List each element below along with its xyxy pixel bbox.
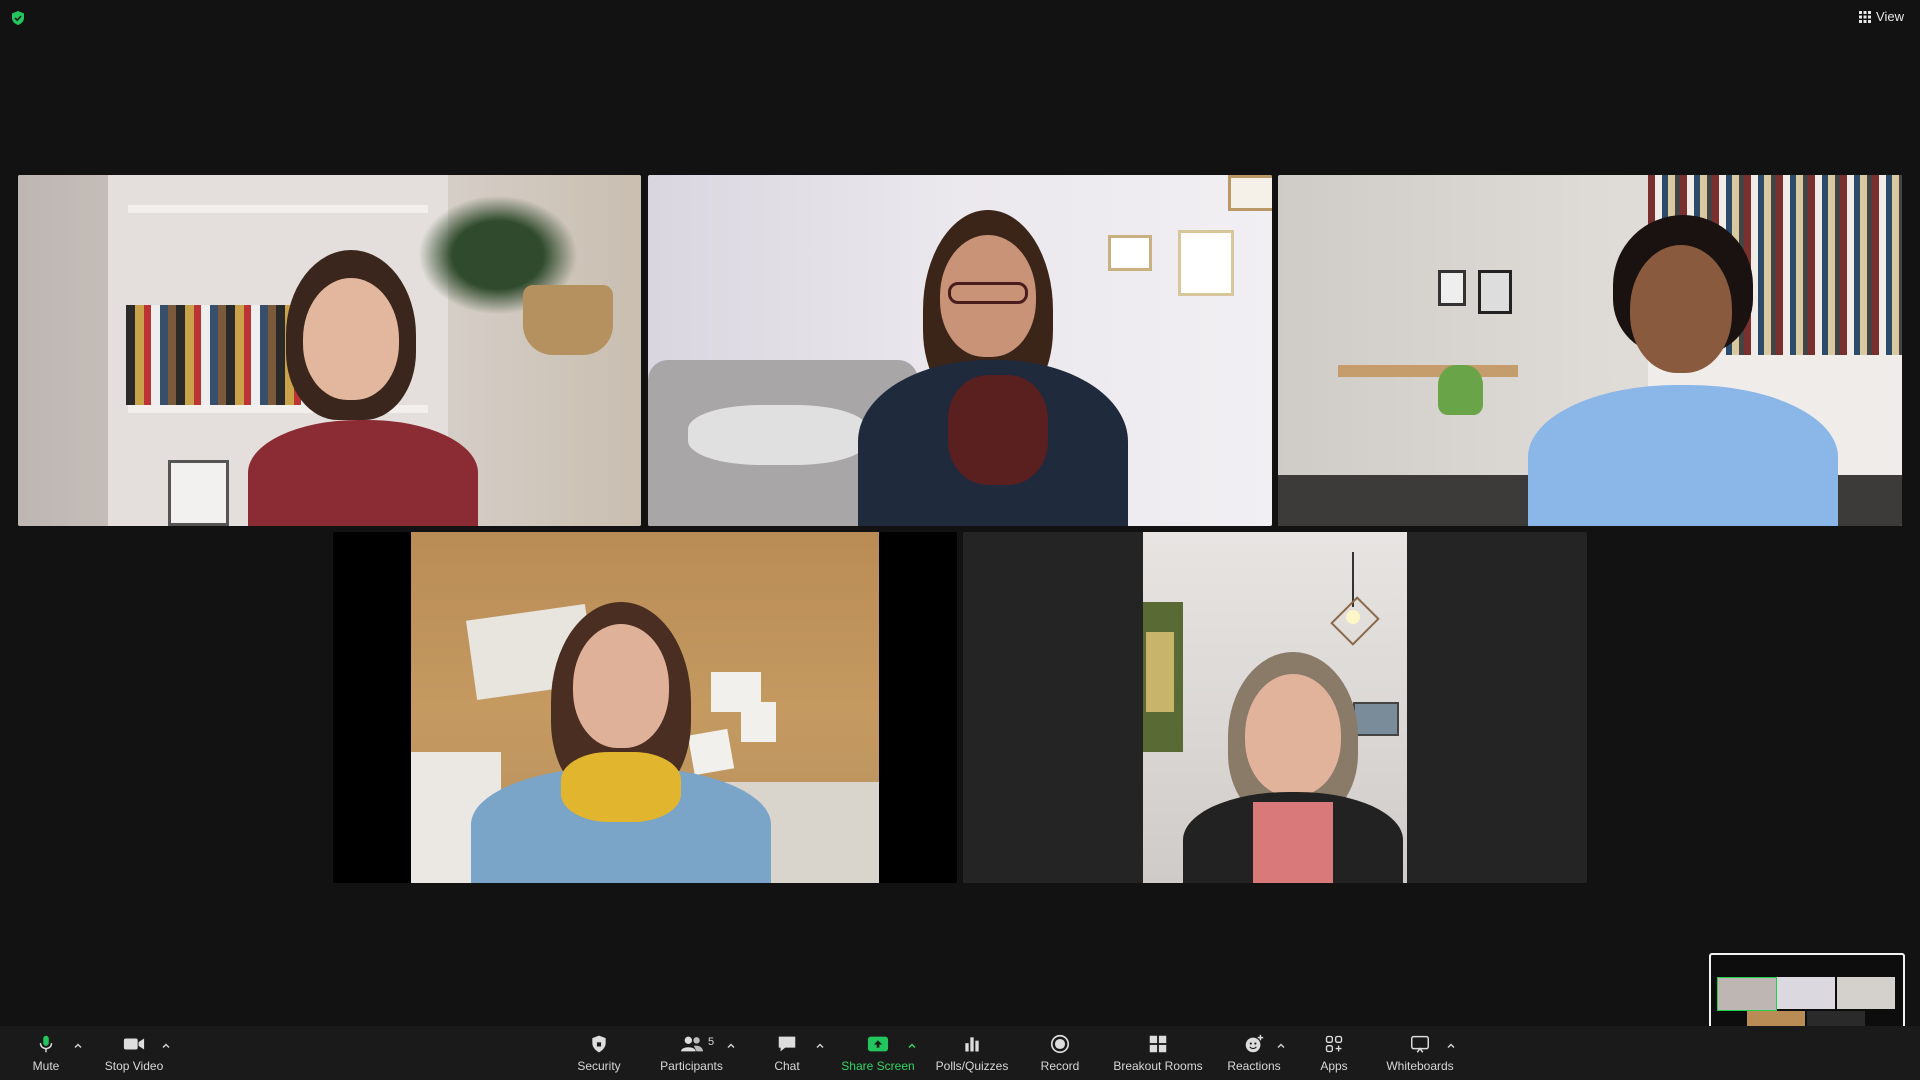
audio-options-caret[interactable] <box>73 1038 83 1049</box>
reactions-button[interactable]: Reactions <box>1223 1026 1285 1080</box>
whiteboards-button[interactable]: Whiteboards <box>1380 1026 1460 1080</box>
apps-button[interactable]: Apps <box>1316 1026 1352 1080</box>
chat-options-caret[interactable] <box>815 1038 825 1049</box>
mini-tile-3 <box>1837 977 1895 1009</box>
mini-tile-1 <box>1717 977 1777 1011</box>
share-options-caret[interactable] <box>907 1038 917 1049</box>
video-tile-participant-4[interactable] <box>333 532 957 883</box>
security-shield-icon <box>10 10 26 26</box>
video-tile-participant-5[interactable] <box>963 532 1587 883</box>
participants-button[interactable]: Participants <box>655 1026 728 1080</box>
video-feed <box>411 532 879 883</box>
stop-video-button[interactable]: Stop Video <box>98 1026 170 1080</box>
stop-video-label: Stop Video <box>104 1059 164 1073</box>
grid-icon <box>1859 10 1872 23</box>
video-feed <box>18 175 641 526</box>
video-feed <box>1143 532 1407 883</box>
breakout-rooms-button[interactable]: Breakout Rooms <box>1108 1026 1208 1080</box>
video-feed <box>648 175 1272 526</box>
video-tile-participant-2[interactable] <box>648 175 1272 526</box>
security-button[interactable]: Security <box>568 1026 630 1080</box>
bar-chart-icon <box>959 1032 985 1056</box>
meeting-toolbar: Mute Stop Video Security Participants 5 … <box>0 1026 1920 1080</box>
apps-label: Apps <box>1320 1059 1348 1073</box>
chat-label: Chat <box>774 1059 800 1073</box>
whiteboards-label: Whiteboards <box>1386 1059 1454 1073</box>
share-screen-label: Share Screen <box>841 1059 915 1073</box>
mini-tile-2 <box>1777 977 1835 1009</box>
video-feed <box>1278 175 1902 526</box>
view-button[interactable]: View <box>1859 9 1904 24</box>
mute-button[interactable]: Mute <box>20 1026 72 1080</box>
video-tile-participant-3[interactable] <box>1278 175 1902 526</box>
record-label: Record <box>1040 1059 1080 1073</box>
chat-bubble-icon <box>774 1032 800 1056</box>
share-screen-button[interactable]: Share Screen <box>838 1026 918 1080</box>
participants-count: 5 <box>708 1036 715 1048</box>
video-options-caret[interactable] <box>161 1038 171 1049</box>
participants-icon <box>679 1032 705 1056</box>
polls-quizzes-label: Polls/Quizzes <box>935 1059 1009 1073</box>
security-label: Security <box>577 1059 621 1073</box>
video-camera-icon <box>121 1032 147 1056</box>
breakout-rooms-icon <box>1145 1032 1171 1056</box>
view-label: View <box>1876 9 1904 24</box>
reactions-label: Reactions <box>1227 1059 1281 1073</box>
polls-quizzes-button[interactable]: Polls/Quizzes <box>932 1026 1012 1080</box>
share-screen-icon <box>865 1032 891 1056</box>
breakout-rooms-label: Breakout Rooms <box>1113 1059 1203 1073</box>
emoji-plus-icon <box>1241 1032 1267 1056</box>
apps-icon <box>1321 1032 1347 1056</box>
video-tile-participant-1[interactable] <box>18 175 641 526</box>
reactions-options-caret[interactable] <box>1276 1038 1286 1049</box>
whiteboards-options-caret[interactable] <box>1446 1038 1456 1049</box>
whiteboard-icon <box>1407 1032 1433 1056</box>
microphone-icon <box>33 1032 59 1056</box>
record-button[interactable]: Record <box>1036 1026 1084 1080</box>
participants-options-caret[interactable] <box>726 1038 736 1049</box>
mute-label: Mute <box>32 1059 60 1073</box>
record-icon <box>1047 1032 1073 1056</box>
participants-label: Participants <box>660 1059 723 1073</box>
shield-icon <box>586 1032 612 1056</box>
chat-button[interactable]: Chat <box>767 1026 807 1080</box>
